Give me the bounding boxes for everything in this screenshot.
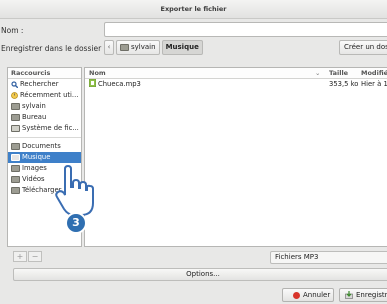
recent-icon: [11, 92, 18, 99]
name-row: Nom :: [0, 22, 387, 38]
sidebar-item-label: Bureau: [22, 113, 47, 121]
sort-chevron-icon: ⌄: [315, 69, 321, 77]
file-size: 353,5 ko: [329, 80, 359, 88]
cancel-button[interactable]: Annuler: [282, 288, 334, 302]
path-label: Musique: [165, 43, 199, 51]
save-label: Enregistre: [356, 291, 387, 299]
search-icon: [11, 81, 18, 88]
pointing-hand-icon: [55, 165, 94, 216]
chevron-left-icon: ‹: [107, 43, 111, 51]
table-row[interactable]: Chueca.mp3 353,5 ko Hier à 10:: [85, 78, 387, 91]
path-button-musique[interactable]: Musique: [161, 40, 203, 55]
save-in-folder-label: Enregistrer dans le dossier :: [1, 44, 107, 53]
cancel-icon: [293, 291, 300, 299]
folder-icon: [11, 187, 20, 194]
path-button-sylvain[interactable]: sylvain: [116, 40, 160, 55]
folder-icon: [11, 103, 20, 110]
sidebar-item-filesystem[interactable]: Système de fic...: [8, 123, 81, 134]
column-header-name[interactable]: Nom: [89, 68, 106, 78]
folder-icon: [11, 165, 20, 172]
sidebar-item-label: Images: [22, 164, 47, 172]
folder-icon: [11, 154, 20, 161]
sidebar-item-label: Récemment uti...: [20, 91, 79, 99]
sidebar-separator: [8, 137, 81, 138]
file-list-header: Nom ⌄ Taille Modifié: [85, 68, 387, 79]
file-type-filter[interactable]: Fichiers MP3: [270, 251, 387, 264]
save-button[interactable]: Enregistre: [339, 288, 387, 302]
sidebar-item-music[interactable]: Musique: [8, 152, 81, 163]
sidebar-item-label: Documents: [22, 142, 61, 150]
sidebar-item-label: Musique: [22, 153, 51, 161]
path-back-button[interactable]: ‹: [104, 40, 114, 55]
sidebar-item-documents[interactable]: Documents: [8, 141, 81, 152]
cancel-label: Annuler: [303, 291, 331, 299]
folder-icon: [11, 143, 20, 150]
create-folder-button[interactable]: Créer un dossi: [339, 40, 387, 55]
places-header[interactable]: Raccourcis: [8, 68, 81, 79]
path-label: sylvain: [131, 43, 156, 51]
sidebar-item-search[interactable]: Rechercher: [8, 79, 81, 90]
file-list: Nom ⌄ Taille Modifié Chueca.mp3 353,5 ko…: [84, 67, 387, 247]
sidebar-item-label: Système de fic...: [22, 124, 79, 132]
save-icon: [345, 291, 353, 299]
sidebar-item-label: Rechercher: [20, 80, 59, 88]
name-label: Nom :: [1, 26, 24, 35]
add-bookmark-button[interactable]: +: [13, 251, 27, 262]
sidebar-item-home[interactable]: sylvain: [8, 101, 81, 112]
step-badge: 3: [65, 212, 87, 234]
file-name: Chueca.mp3: [98, 80, 141, 88]
folder-icon: [11, 114, 20, 121]
folder-icon: [120, 44, 129, 51]
sidebar-item-recent[interactable]: Récemment uti...: [8, 90, 81, 101]
folder-row: Enregistrer dans le dossier : ‹ sylvain …: [0, 40, 387, 57]
folder-icon: [11, 176, 20, 183]
file-modified: Hier à 10:: [361, 80, 387, 88]
drive-icon: [11, 125, 20, 132]
column-header-size[interactable]: Taille: [329, 68, 348, 78]
column-header-modified[interactable]: Modifié: [361, 68, 387, 78]
audio-file-icon: [88, 78, 97, 91]
remove-bookmark-button[interactable]: −: [28, 251, 42, 262]
sidebar-item-desktop[interactable]: Bureau: [8, 112, 81, 123]
sidebar-item-label: Vidéos: [22, 175, 45, 183]
path-bar: ‹ sylvain Musique: [104, 40, 203, 55]
filename-input[interactable]: [104, 22, 387, 37]
bookmark-buttons: + −: [13, 251, 42, 262]
options-button[interactable]: Options...: [13, 268, 387, 281]
sidebar-item-label: sylvain: [22, 102, 46, 110]
window-title: Exporter le fichier: [0, 0, 387, 19]
